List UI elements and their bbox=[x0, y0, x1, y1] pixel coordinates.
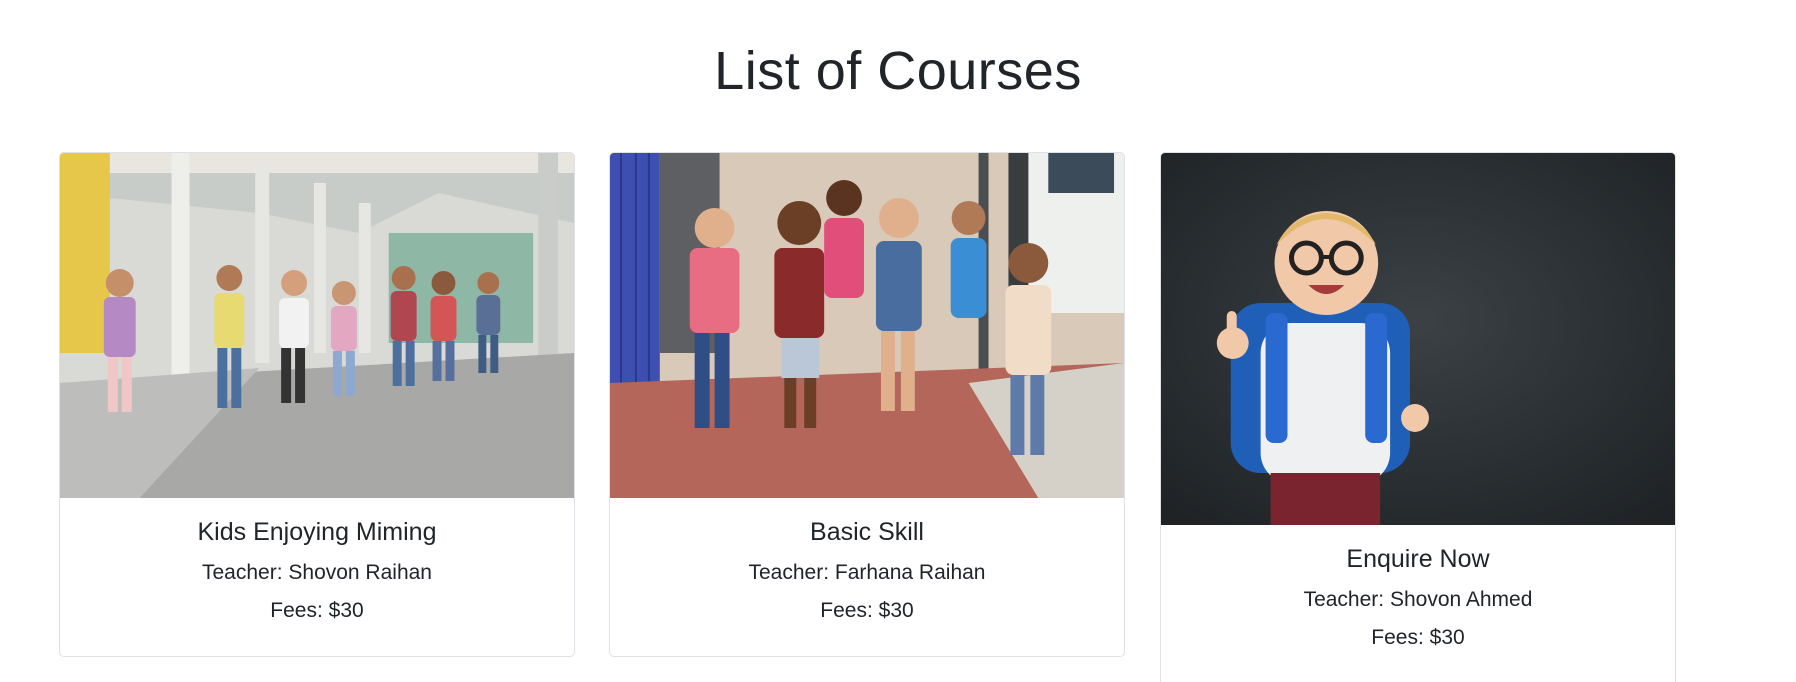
course-card[interactable]: Kids Enjoying Miming Teacher: Shovon Rai… bbox=[59, 152, 575, 657]
course-card[interactable]: Enquire Now Teacher: Shovon Ahmed Fees: … bbox=[1160, 152, 1676, 682]
card-body: Kids Enjoying Miming Teacher: Shovon Rai… bbox=[60, 498, 574, 623]
course-image bbox=[1161, 153, 1675, 525]
course-fees: Fees: $30 bbox=[820, 599, 914, 622]
course-teacher: Teacher: Shovon Raihan bbox=[202, 561, 432, 584]
card-body: Enquire Now Teacher: Shovon Ahmed Fees: … bbox=[1161, 525, 1675, 650]
page-title: List of Courses bbox=[714, 41, 1082, 101]
course-teacher: Teacher: Farhana Raihan bbox=[748, 561, 986, 584]
course-image bbox=[610, 153, 1124, 498]
course-title: Basic Skill bbox=[810, 518, 924, 546]
course-fees: Fees: $30 bbox=[270, 599, 364, 622]
course-fees: Fees: $30 bbox=[1371, 626, 1465, 649]
card-body: Basic Skill Teacher: Farhana Raihan Fees… bbox=[610, 498, 1124, 623]
course-card[interactable]: Basic Skill Teacher: Farhana Raihan Fees… bbox=[609, 152, 1125, 657]
course-image bbox=[60, 153, 574, 498]
course-teacher: Teacher: Shovon Ahmed bbox=[1303, 588, 1533, 611]
course-title: Enquire Now bbox=[1346, 545, 1490, 573]
page: List of Courses Kids Enjoying Miming Tea… bbox=[0, 0, 1796, 682]
course-title: Kids Enjoying Miming bbox=[197, 518, 437, 546]
